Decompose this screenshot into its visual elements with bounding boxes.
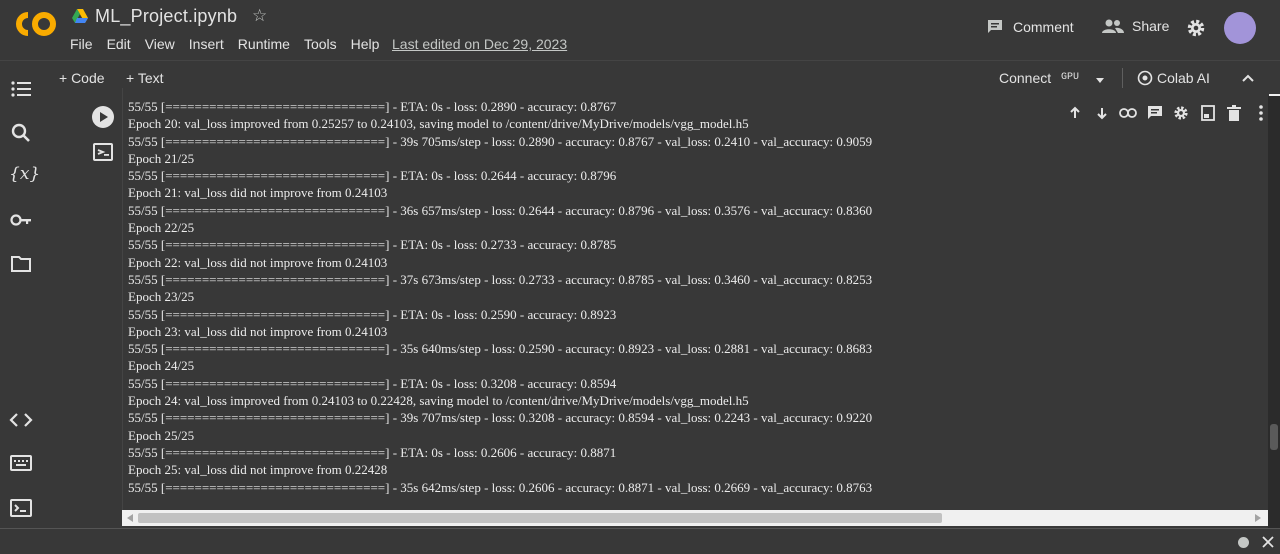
scroll-left-icon[interactable] (127, 514, 133, 522)
run-cell-button[interactable] (92, 106, 114, 128)
status-bar (0, 528, 1280, 554)
page-scroll-thumb[interactable] (1270, 424, 1278, 450)
gear-icon (1187, 19, 1205, 37)
output-line: Epoch 24: val_loss improved from 0.24103… (128, 393, 749, 409)
output-line: 55/55 [==============================] -… (128, 410, 873, 426)
output-line: Epoch 25: val_loss did not improve from … (128, 462, 388, 478)
last-edited-link[interactable]: Last edited on Dec 29, 2023 (392, 36, 567, 52)
output-line: 55/55 [==============================] -… (128, 341, 873, 357)
cell-toolbar (1062, 102, 1274, 124)
runtime-type-label: GPU (1061, 72, 1080, 83)
comment-label: Comment (1013, 19, 1074, 35)
output-line: 55/55 [==============================] -… (128, 237, 617, 253)
output-line: Epoch 22/25 (128, 220, 195, 236)
output-line: 55/55 [==============================] -… (128, 444, 617, 460)
output-line: 55/55 [==============================] -… (128, 202, 873, 218)
menu-insert[interactable]: Insert (189, 36, 224, 52)
menu-tools[interactable]: Tools (304, 36, 337, 52)
comment-icon (988, 20, 1002, 33)
notebook-area: 55/55 [==============================] -… (42, 88, 1280, 528)
google-drive-icon[interactable] (72, 9, 88, 23)
output-line: 55/55 [==============================] -… (128, 133, 873, 149)
add-text-button[interactable]: + Text (126, 70, 164, 86)
menu-edit[interactable]: Edit (107, 36, 131, 52)
menu-help[interactable]: Help (351, 36, 380, 52)
output-line: 55/55 [==============================] -… (128, 306, 617, 322)
move-up-icon[interactable] (1062, 102, 1089, 124)
key-icon[interactable] (9, 208, 33, 232)
output-horizontal-scrollbar[interactable] (122, 510, 1269, 526)
cell-output: 55/55 [==============================] -… (122, 88, 1273, 512)
people-icon (1102, 19, 1124, 33)
output-line: Epoch 24/25 (128, 358, 195, 374)
share-button[interactable]: Share (1102, 18, 1169, 34)
delete-icon[interactable] (1221, 102, 1248, 124)
link-icon[interactable] (1115, 102, 1142, 124)
settings-button[interactable] (1186, 18, 1206, 38)
code-snippets-icon[interactable] (9, 408, 33, 432)
close-icon[interactable] (1262, 536, 1274, 548)
table-of-contents-icon[interactable] (9, 77, 33, 101)
star-icon[interactable]: ☆ (252, 6, 267, 26)
play-icon (100, 112, 108, 122)
terminal-icon[interactable] (9, 496, 33, 520)
scroll-right-icon[interactable] (1255, 514, 1261, 522)
collapse-header-icon[interactable] (1241, 71, 1255, 88)
command-palette-icon[interactable] (9, 451, 33, 475)
code-cell[interactable]: 55/55 [==============================] -… (62, 88, 1280, 528)
comment-cell-icon[interactable] (1142, 102, 1169, 124)
search-icon[interactable] (9, 121, 33, 145)
chevron-down-icon[interactable] (1094, 72, 1106, 88)
clear-output-icon[interactable] (92, 142, 114, 162)
colab-ai-icon[interactable] (1137, 70, 1153, 89)
colab-ai-button[interactable]: Colab AI (1157, 70, 1210, 86)
output-line: Epoch 23: val_loss did not improve from … (128, 323, 388, 339)
output-line: 55/55 [==============================] -… (128, 271, 873, 287)
mirror-cell-icon[interactable] (1195, 102, 1222, 124)
colab-logo-icon[interactable] (14, 9, 58, 39)
folder-icon[interactable] (9, 252, 33, 276)
variables-icon[interactable]: {x} (9, 164, 40, 188)
output-line: Epoch 23/25 (128, 289, 195, 305)
notebook-title[interactable]: ML_Project.ipynb (95, 6, 237, 27)
output-line: 55/55 [==============================] -… (128, 168, 617, 184)
move-down-icon[interactable] (1089, 102, 1116, 124)
status-indicator-icon[interactable] (1238, 537, 1249, 548)
menu-runtime[interactable]: Runtime (238, 36, 290, 52)
output-line: Epoch 22: val_loss did not improve from … (128, 254, 388, 270)
output-lines: 55/55 [==============================] -… (123, 98, 1273, 496)
menu-bar: File Edit View Insert Runtime Tools Help (70, 36, 393, 52)
cell-settings-icon[interactable] (1168, 102, 1195, 124)
output-line: 55/55 [==============================] -… (128, 479, 873, 495)
avatar[interactable] (1224, 12, 1256, 44)
page-scrollbar[interactable] (1268, 96, 1280, 528)
toolbar-divider (1122, 68, 1123, 90)
horizontal-scroll-thumb[interactable] (138, 513, 942, 523)
output-line: Epoch 21/25 (128, 150, 195, 166)
connect-button[interactable]: Connect (999, 70, 1051, 86)
app-header: ML_Project.ipynb ☆ File Edit View Insert… (0, 0, 1280, 60)
comment-button[interactable]: Comment (986, 18, 1074, 36)
menu-file[interactable]: File (70, 36, 93, 52)
output-line: 55/55 [==============================] -… (128, 375, 617, 391)
menu-view[interactable]: View (145, 36, 175, 52)
share-label: Share (1132, 18, 1170, 34)
output-line: Epoch 21: val_loss did not improve from … (128, 185, 388, 201)
add-code-button[interactable]: + Code (59, 70, 105, 86)
output-line: Epoch 25/25 (128, 427, 195, 443)
